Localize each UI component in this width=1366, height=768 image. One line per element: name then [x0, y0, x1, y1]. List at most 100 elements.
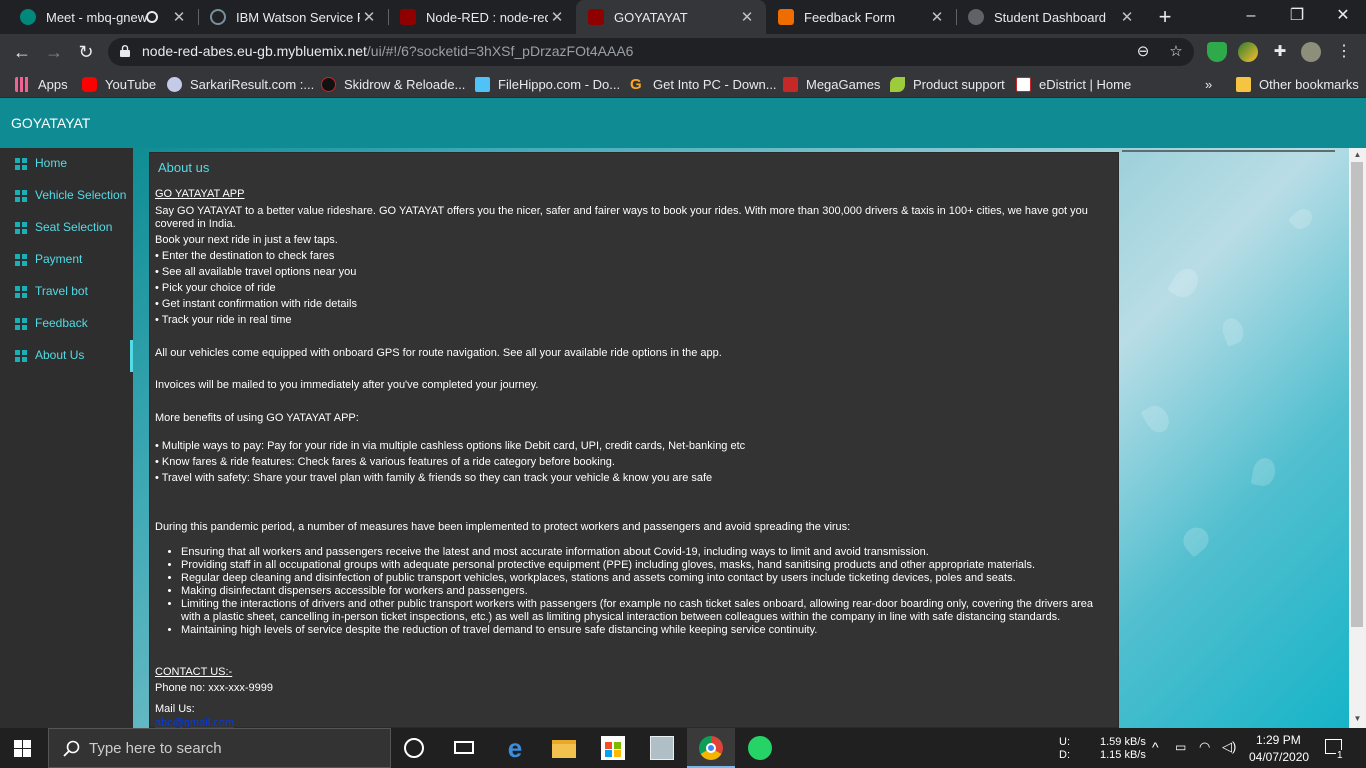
meet-icon	[20, 9, 36, 25]
edge-icon[interactable]: e	[503, 735, 527, 761]
zoom-icon[interactable]: ⊖	[1133, 42, 1153, 62]
address-bar[interactable]: node-red-abes.eu-gb.mybluemix.net/ui/#!/…	[108, 38, 1194, 66]
bookmark-filehippo[interactable]: FileHippo.com - Do...	[475, 75, 620, 93]
contact-heading: CONTACT US:-	[155, 666, 233, 678]
step-item: • See all available travel options near …	[155, 266, 357, 278]
list-item: Limiting the interactions of drivers and…	[181, 598, 1115, 624]
close-tab-icon[interactable]: ✕	[738, 8, 756, 26]
benefit-item: • Travel with safety: Share your travel …	[155, 472, 713, 484]
store-icon[interactable]	[601, 736, 625, 760]
filehippo-icon	[475, 76, 490, 92]
bookmark-edistrict[interactable]: eDistrict | Home	[1016, 75, 1131, 93]
scroll-down-arrow[interactable]: ▼	[1349, 712, 1366, 726]
bookmark-skidrow[interactable]: Skidrow & Reloade...	[321, 75, 465, 93]
sidebar-item-label: Vehicle Selection	[35, 188, 127, 202]
gps-line: All our vehicles come equipped with onbo…	[155, 347, 722, 359]
bookmark-label: Apps	[38, 76, 68, 92]
sidebar-item-vehicle-selection[interactable]: Vehicle Selection	[0, 180, 133, 212]
tab-goyatayat[interactable]: GOYATAYAT ✕	[576, 0, 766, 34]
forms-icon	[778, 9, 794, 25]
step-item: • Enter the destination to check fares	[155, 250, 335, 262]
bookmark-label: MegaGames	[806, 76, 881, 92]
windows-start-icon[interactable]	[14, 740, 31, 757]
intro-text: Say GO YATAYAT to a better value ridesha…	[155, 205, 1088, 230]
list-item: Regular deep cleaning and disinfection o…	[181, 572, 1115, 585]
volume-icon[interactable]: ◁)	[1222, 739, 1236, 755]
scrollbar-thumb[interactable]	[1351, 162, 1363, 627]
sidebar-item-home[interactable]: Home	[0, 148, 133, 180]
sidebar-item-seat-selection[interactable]: Seat Selection	[0, 212, 133, 244]
clock-time[interactable]: 1:29 PM	[1256, 733, 1301, 747]
task-view-icon[interactable]	[452, 736, 476, 760]
puzzle-extensions-icon[interactable]: ✚	[1270, 42, 1290, 62]
new-tab-button[interactable]: +	[1152, 4, 1178, 30]
sidebar-item-feedback[interactable]: Feedback	[0, 308, 133, 340]
recording-icon	[146, 11, 158, 23]
bookmark-megagames[interactable]: MegaGames	[783, 75, 880, 93]
chevron-up-icon[interactable]: ^	[1152, 739, 1159, 755]
sidebar-item-payment[interactable]: Payment	[0, 244, 133, 276]
tab-ibm-watson[interactable]: IBM Watson Service Pag ✕	[198, 0, 388, 34]
sidebar-item-label: Travel bot	[35, 284, 88, 298]
tab-student-dashboard[interactable]: Student Dashboard ✕	[956, 0, 1146, 34]
cortana-icon[interactable]	[404, 738, 424, 758]
skidrow-icon	[321, 76, 336, 92]
battery-icon[interactable]: ▭	[1175, 740, 1186, 754]
benefits-heading: More benefits of using GO YATAYAT APP:	[155, 412, 359, 424]
clock-date[interactable]: 04/07/2020	[1249, 750, 1309, 764]
close-tab-icon[interactable]: ✕	[928, 8, 946, 26]
forward-button[interactable]: →	[42, 40, 66, 64]
about-content: GO YATAYAT APP Say GO YATAYAT to a bette…	[155, 188, 1115, 728]
pandemic-intro: During this pandemic period, a number of…	[155, 521, 851, 533]
chrome-taskbar-button[interactable]	[687, 728, 735, 768]
photos-app-icon[interactable]	[650, 736, 674, 760]
minimize-button[interactable]: –	[1228, 0, 1274, 34]
email-link[interactable]: abc@gmail.com	[155, 717, 234, 728]
restore-button[interactable]: ❐	[1274, 0, 1320, 34]
sidebar-item-travel-bot[interactable]: Travel bot	[0, 276, 133, 308]
url-host: node-red-abes.eu-gb.mybluemix.net	[142, 43, 367, 59]
benefit-item: • Know fares & ride features: Check fare…	[155, 456, 615, 468]
reload-button[interactable]: ↻	[74, 40, 98, 64]
file-explorer-icon[interactable]	[552, 740, 576, 758]
tab-meet[interactable]: Meet - mbq-gnew- ✕	[8, 0, 198, 34]
phone-text: Phone no: xxx-xxx-9999	[155, 682, 274, 694]
close-tab-icon[interactable]: ✕	[360, 8, 378, 26]
bookmark-apps[interactable]: Apps	[15, 75, 68, 93]
bookmark-getintopc[interactable]: G Get Into PC - Down...	[630, 75, 777, 93]
overflow-label: »	[1205, 76, 1213, 92]
sarkari-icon	[167, 76, 182, 92]
bookmark-other[interactable]: Other bookmarks	[1236, 75, 1359, 93]
bookmark-label: Get Into PC - Down...	[653, 76, 777, 92]
bookmark-star-icon[interactable]: ☆	[1166, 42, 1186, 62]
whatsapp-icon[interactable]	[748, 736, 772, 760]
app-title: GOYATAYAT	[11, 115, 91, 131]
close-tab-icon[interactable]: ✕	[548, 8, 566, 26]
page-viewport: GOYATAYAT Home Vehicle Selection Seat Se…	[0, 98, 1366, 728]
extension-icon[interactable]	[1238, 42, 1258, 62]
close-window-button[interactable]: ✕	[1320, 0, 1366, 34]
bookmark-product-support[interactable]: Product support	[890, 75, 1005, 93]
lock-icon	[120, 45, 130, 57]
close-tab-icon[interactable]: ✕	[170, 8, 188, 26]
petal-decoration	[1219, 315, 1247, 347]
scroll-up-arrow[interactable]: ▲	[1349, 148, 1366, 162]
bookmarks-overflow-button[interactable]: »	[1205, 75, 1212, 93]
avatar[interactable]	[1301, 42, 1321, 62]
bookmark-label: Other bookmarks	[1259, 76, 1359, 92]
menu-kebab-icon[interactable]: ⋮	[1334, 42, 1354, 62]
back-button[interactable]: ←	[10, 40, 34, 64]
url-path: /ui/#!/6?socketid=3hXSf_pDrzazFOt4AAA6	[366, 43, 634, 59]
sidebar-item-about-us[interactable]: About Us	[0, 340, 133, 372]
wifi-icon[interactable]: ◠	[1199, 739, 1210, 755]
close-tab-icon[interactable]: ✕	[1118, 8, 1136, 26]
bookmark-youtube[interactable]: YouTube	[82, 75, 156, 93]
tab-feedback-form[interactable]: Feedback Form ✕	[766, 0, 956, 34]
bookmark-sarkariresult[interactable]: SarkariResult.com :...	[167, 75, 314, 93]
tab-node-red[interactable]: Node-RED : node-red-a ✕	[388, 0, 576, 34]
shield-extension-icon[interactable]	[1207, 42, 1227, 62]
dashboard-icon	[15, 286, 27, 298]
dashboard-icon	[15, 350, 27, 362]
bookmark-label: YouTube	[105, 76, 157, 92]
taskbar-search-box[interactable]: Type here to search	[48, 728, 391, 768]
